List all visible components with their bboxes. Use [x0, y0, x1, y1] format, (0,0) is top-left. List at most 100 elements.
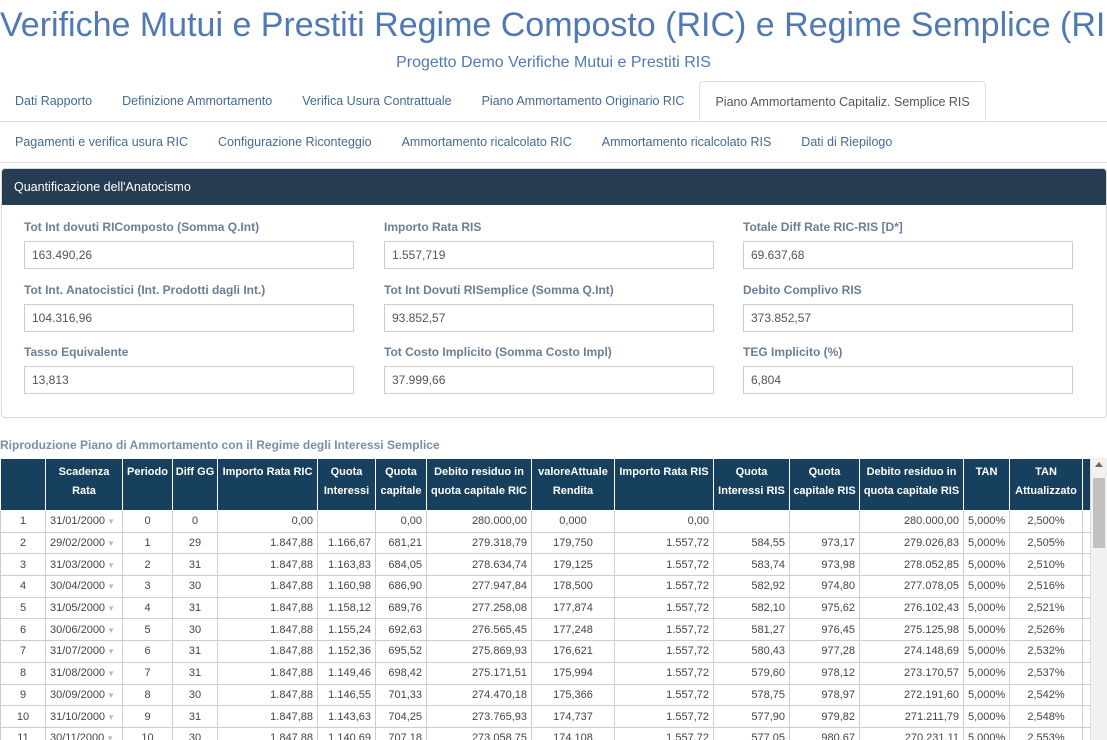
table-cell[interactable]: 31/08/2000 ▼: [45, 661, 123, 685]
table-cell: 0,00: [375, 510, 427, 533]
table-cell[interactable]: 30/11/2000 ▼: [45, 726, 123, 740]
column-header[interactable]: Diff GG: [172, 458, 218, 511]
tab-primary-3[interactable]: Piano Ammortamento Originario RIC: [467, 81, 700, 121]
dropdown-arrow-icon[interactable]: ▼: [107, 604, 115, 613]
field-label: Tot Int Dovuti RISemplice (Somma Q.Int): [384, 283, 614, 297]
table-row[interactable]: 10 31/10/2000 ▼ 9 31 1.847,88 1.143,63 704,25 27…: [0, 705, 1090, 728]
table-row[interactable]: 7 31/07/2000 ▼ 6 31 1.847,88 1.152,36 695,52 275…: [0, 640, 1090, 663]
table-cell: 1.557,72: [614, 683, 714, 707]
column-header[interactable]: [0, 458, 46, 511]
column-header[interactable]: Debito residuo in quota capitale RIC: [426, 458, 532, 511]
field-value[interactable]: 69.637,68: [743, 241, 1073, 269]
column-header[interactable]: Debito residuo in quota capitale RIS: [859, 458, 964, 511]
table-cell[interactable]: 30/06/2000 ▼: [45, 618, 123, 642]
dropdown-arrow-icon[interactable]: ▼: [107, 669, 115, 678]
table-cell[interactable]: 30/04/2000 ▼: [45, 575, 123, 598]
dropdown-arrow-icon[interactable]: ▼: [107, 691, 115, 700]
column-header[interactable]: D: [1082, 458, 1090, 511]
table-cell: 1.140,69: [317, 726, 376, 740]
table-cell: 976,45: [789, 618, 860, 642]
page-title: Verifiche Mutui e Prestiti Regime Compos…: [0, 6, 1107, 44]
table-row[interactable]: 11 30/11/2000 ▼ 10 30 1.847,88 1.140,69 707,18 2…: [0, 726, 1090, 740]
column-header[interactable]: valoreAttuale Rendita: [531, 458, 615, 511]
dropdown-arrow-icon[interactable]: ▼: [107, 517, 115, 526]
scroll-up-icon[interactable]: [1095, 462, 1103, 467]
date-value: 31/07/2000: [50, 645, 106, 658]
table-cell[interactable]: 31/07/2000 ▼: [45, 640, 123, 663]
table-cell: 31: [172, 705, 218, 728]
tab-secondary-3[interactable]: Ammortamento ricalcolato RIS: [587, 122, 787, 162]
table-cell[interactable]: 31/01/2000 ▼: [45, 510, 123, 533]
dropdown-arrow-icon[interactable]: ▼: [106, 734, 114, 740]
tab-bar-primary: Dati Rapporto Definizione Ammortamento Ver…: [0, 81, 1107, 122]
tab-secondary-2[interactable]: Ammortamento ricalcolato RIC: [387, 122, 587, 162]
table-cell: 277.258,08: [426, 596, 532, 620]
column-header[interactable]: Quota Interessi RIS: [713, 458, 790, 511]
field-value[interactable]: 1.557,719: [384, 241, 714, 269]
tab-primary-1[interactable]: Definizione Ammortamento: [107, 81, 287, 121]
table-cell: 2,510%: [1009, 553, 1083, 577]
table-row[interactable]: 4 30/04/2000 ▼ 3 30 1.847,88 1.160,98 686,90 277…: [0, 575, 1090, 598]
table-cell: [1082, 596, 1090, 620]
table-cell: 577,90: [713, 705, 790, 728]
table-cell: 5,000%: [963, 640, 1010, 663]
table-row[interactable]: 8 31/08/2000 ▼ 7 31 1.847,88 1.149,46 698,42 275…: [0, 661, 1090, 685]
date-value: 31/08/2000: [50, 667, 106, 680]
dropdown-arrow-icon[interactable]: ▼: [107, 647, 115, 656]
field-value[interactable]: 93.852,57: [384, 304, 714, 332]
table-cell: 978,12: [789, 661, 860, 685]
table-cell: 30: [172, 683, 218, 707]
table-scrollbar[interactable]: [1090, 458, 1107, 740]
tab-primary-4[interactable]: Piano Ammortamento Capitaliz. Semplice R…: [699, 81, 986, 121]
dropdown-arrow-icon[interactable]: ▼: [107, 626, 115, 635]
table-row[interactable]: 9 30/09/2000 ▼ 8 30 1.847,88 1.146,55 701,33 274…: [0, 683, 1090, 707]
table-row[interactable]: 3 31/03/2000 ▼ 2 31 1.847,88 1.163,83 684,05 278…: [0, 553, 1090, 577]
tab-primary-0[interactable]: Dati Rapporto: [0, 81, 107, 121]
column-header[interactable]: Scadenza Rata: [45, 458, 123, 511]
column-header[interactable]: Periodo: [122, 458, 173, 511]
table-cell[interactable]: 30/09/2000 ▼: [45, 683, 123, 707]
field-value[interactable]: 6,804: [743, 366, 1073, 394]
column-header[interactable]: Quota capitale: [375, 458, 427, 511]
column-header[interactable]: Importo Rata RIS: [614, 458, 714, 511]
table-cell: 1.847,88: [217, 640, 318, 663]
column-header[interactable]: TAN: [963, 458, 1010, 511]
column-header[interactable]: Quota Interessi: [317, 458, 376, 511]
field-value[interactable]: 13,813: [24, 366, 354, 394]
scrollbar-thumb[interactable]: [1093, 478, 1105, 548]
table-cell: 4: [122, 596, 173, 620]
tab-secondary-1[interactable]: Configurazione Riconteggio: [203, 122, 387, 162]
field-value[interactable]: 37.999,66: [384, 366, 714, 394]
field-value[interactable]: 163.490,26: [24, 241, 354, 269]
column-header[interactable]: Importo Rata RIC: [217, 458, 318, 511]
table-cell: 9: [122, 705, 173, 728]
column-header[interactable]: TAN Attualizzato: [1009, 458, 1083, 511]
table-cell: 1.155,24: [317, 618, 376, 642]
tab-primary-2[interactable]: Verifica Usura Contrattuale: [287, 81, 466, 121]
table-cell[interactable]: 29/02/2000 ▼: [45, 531, 123, 555]
table-cell: [713, 510, 790, 533]
table-cell: 701,33: [375, 683, 427, 707]
table-row[interactable]: 5 31/05/2000 ▼ 4 31 1.847,88 1.158,12 689,76 277…: [0, 596, 1090, 620]
table-cell[interactable]: 31/05/2000 ▼: [45, 596, 123, 620]
table-row[interactable]: 6 30/06/2000 ▼ 5 30 1.847,88 1.155,24 692,63 276…: [0, 618, 1090, 642]
table-cell: 2: [122, 553, 173, 577]
table-cell: 1.557,72: [614, 575, 714, 598]
table-cell[interactable]: 31/10/2000 ▼: [45, 705, 123, 728]
table-row[interactable]: 2 29/02/2000 ▼ 1 29 1.847,88 1.166,67 681,21 279…: [0, 531, 1090, 555]
dropdown-arrow-icon[interactable]: ▼: [107, 539, 115, 548]
table-cell: 584,55: [713, 531, 790, 555]
table-cell: 279.026,83: [859, 531, 964, 555]
column-header[interactable]: Quota capitale RIS: [789, 458, 860, 511]
tab-secondary-0[interactable]: Pagamenti e verifica usura RIC: [0, 122, 203, 162]
dropdown-arrow-icon[interactable]: ▼: [107, 713, 115, 722]
field-value[interactable]: 373.852,57: [743, 304, 1073, 332]
table-cell: 583,74: [713, 553, 790, 577]
dropdown-arrow-icon[interactable]: ▼: [107, 561, 115, 570]
table-cell: 2,516%: [1009, 575, 1083, 598]
table-row[interactable]: 1 31/01/2000 ▼ 0 0 0,00 0,00 280.000,00 0,000 0,0…: [0, 510, 1090, 533]
tab-secondary-4[interactable]: Dati di Riepilogo: [786, 122, 907, 162]
field-value[interactable]: 104.316,96: [24, 304, 354, 332]
table-cell[interactable]: 31/03/2000 ▼: [45, 553, 123, 577]
dropdown-arrow-icon[interactable]: ▼: [107, 582, 115, 591]
